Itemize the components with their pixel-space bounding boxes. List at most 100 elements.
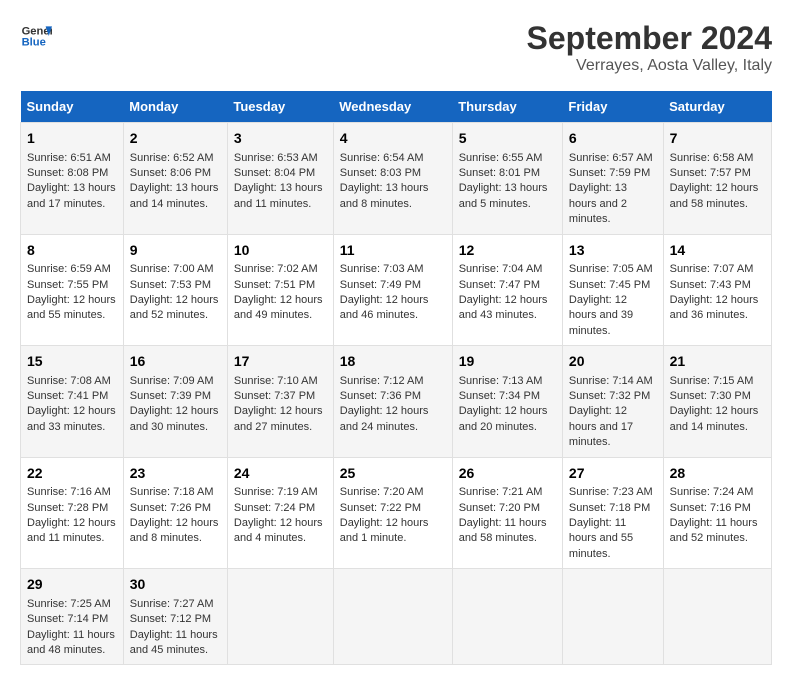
header: General Blue September 2024 Verrayes, Ao… bbox=[20, 20, 772, 75]
col-tuesday: Tuesday bbox=[227, 91, 333, 123]
cell-info: Sunset: 7:26 PM bbox=[130, 501, 221, 516]
cell-info: Daylight: 12 hours and 39 minutes. bbox=[569, 293, 657, 339]
calendar-week-5: 29Sunrise: 7:25 AMSunset: 7:14 PMDayligh… bbox=[21, 569, 772, 665]
day-number: 23 bbox=[130, 464, 221, 484]
day-number: 5 bbox=[459, 129, 556, 149]
day-number: 22 bbox=[27, 464, 117, 484]
calendar-cell bbox=[227, 569, 333, 665]
calendar-cell: 23Sunrise: 7:18 AMSunset: 7:26 PMDayligh… bbox=[123, 457, 227, 569]
cell-info: Sunset: 7:20 PM bbox=[459, 501, 556, 516]
cell-info: Sunset: 8:06 PM bbox=[130, 166, 221, 181]
calendar-cell: 2Sunrise: 6:52 AMSunset: 8:06 PMDaylight… bbox=[123, 123, 227, 235]
cell-info: Daylight: 12 hours and 43 minutes. bbox=[459, 293, 556, 324]
cell-info: Daylight: 12 hours and 27 minutes. bbox=[234, 404, 327, 435]
day-number: 3 bbox=[234, 129, 327, 149]
cell-info: Sunset: 7:22 PM bbox=[340, 501, 446, 516]
cell-info: Sunset: 8:01 PM bbox=[459, 166, 556, 181]
calendar-cell: 10Sunrise: 7:02 AMSunset: 7:51 PMDayligh… bbox=[227, 234, 333, 346]
cell-info: Sunrise: 7:05 AM bbox=[569, 262, 657, 277]
day-number: 16 bbox=[130, 352, 221, 372]
calendar-cell: 12Sunrise: 7:04 AMSunset: 7:47 PMDayligh… bbox=[452, 234, 562, 346]
calendar-cell: 9Sunrise: 7:00 AMSunset: 7:53 PMDaylight… bbox=[123, 234, 227, 346]
calendar-cell: 27Sunrise: 7:23 AMSunset: 7:18 PMDayligh… bbox=[562, 457, 663, 569]
day-number: 4 bbox=[340, 129, 446, 149]
calendar-cell: 3 Sunrise: 6:53 AMSunset: 8:04 PMDaylight… bbox=[227, 123, 333, 235]
calendar-cell bbox=[663, 569, 771, 665]
day-number: 20 bbox=[569, 352, 657, 372]
cell-info: Daylight: 13 hours and 17 minutes. bbox=[27, 181, 117, 212]
calendar-cell: 30Sunrise: 7:27 AMSunset: 7:12 PMDayligh… bbox=[123, 569, 227, 665]
day-number: 25 bbox=[340, 464, 446, 484]
col-saturday: Saturday bbox=[663, 91, 771, 123]
cell-info: Sunset: 7:12 PM bbox=[130, 612, 221, 627]
logo-icon: General Blue bbox=[20, 20, 52, 52]
cell-info: Daylight: 12 hours and 20 minutes. bbox=[459, 404, 556, 435]
calendar-table: Sunday Monday Tuesday Wednesday Thursday… bbox=[20, 91, 772, 665]
calendar-cell: 17Sunrise: 7:10 AMSunset: 7:37 PMDayligh… bbox=[227, 346, 333, 458]
day-number: 11 bbox=[340, 241, 446, 261]
day-number: 18 bbox=[340, 352, 446, 372]
cell-info: Daylight: 11 hours and 48 minutes. bbox=[27, 628, 117, 659]
cell-info: Sunset: 7:53 PM bbox=[130, 278, 221, 293]
cell-info: Sunset: 7:43 PM bbox=[670, 278, 765, 293]
day-number: 9 bbox=[130, 241, 221, 261]
cell-info: Sunrise: 6:53 AM bbox=[234, 151, 327, 166]
col-monday: Monday bbox=[123, 91, 227, 123]
calendar-cell: 26Sunrise: 7:21 AMSunset: 7:20 PMDayligh… bbox=[452, 457, 562, 569]
cell-info: Daylight: 13 hours and 14 minutes. bbox=[130, 181, 221, 212]
calendar-cell bbox=[452, 569, 562, 665]
day-number: 14 bbox=[670, 241, 765, 261]
col-thursday: Thursday bbox=[452, 91, 562, 123]
calendar-cell: 11Sunrise: 7:03 AMSunset: 7:49 PMDayligh… bbox=[333, 234, 452, 346]
calendar-cell: 25Sunrise: 7:20 AMSunset: 7:22 PMDayligh… bbox=[333, 457, 452, 569]
calendar-cell: 24Sunrise: 7:19 AMSunset: 7:24 PMDayligh… bbox=[227, 457, 333, 569]
calendar-cell: 22Sunrise: 7:16 AMSunset: 7:28 PMDayligh… bbox=[21, 457, 124, 569]
cell-info: Daylight: 12 hours and 52 minutes. bbox=[130, 293, 221, 324]
calendar-cell: 28Sunrise: 7:24 AMSunset: 7:16 PMDayligh… bbox=[663, 457, 771, 569]
calendar-cell: 21Sunrise: 7:15 AMSunset: 7:30 PMDayligh… bbox=[663, 346, 771, 458]
cell-info: Sunrise: 7:20 AM bbox=[340, 485, 446, 500]
cell-info: Sunset: 8:03 PM bbox=[340, 166, 446, 181]
calendar-cell: 15Sunrise: 7:08 AMSunset: 7:41 PMDayligh… bbox=[21, 346, 124, 458]
calendar-cell: 29Sunrise: 7:25 AMSunset: 7:14 PMDayligh… bbox=[21, 569, 124, 665]
cell-info: Daylight: 12 hours and 55 minutes. bbox=[27, 293, 117, 324]
col-friday: Friday bbox=[562, 91, 663, 123]
title-section: September 2024 Verrayes, Aosta Valley, I… bbox=[527, 20, 772, 75]
calendar-cell bbox=[562, 569, 663, 665]
cell-info: Sunset: 7:47 PM bbox=[459, 278, 556, 293]
calendar-cell: 1Sunrise: 6:51 AMSunset: 8:08 PMDaylight… bbox=[21, 123, 124, 235]
calendar-cell: 4Sunrise: 6:54 AMSunset: 8:03 PMDaylight… bbox=[333, 123, 452, 235]
calendar-week-1: 1Sunrise: 6:51 AMSunset: 8:08 PMDaylight… bbox=[21, 123, 772, 235]
cell-info: Daylight: 13 hours and 5 minutes. bbox=[459, 181, 556, 212]
calendar-cell: 16Sunrise: 7:09 AMSunset: 7:39 PMDayligh… bbox=[123, 346, 227, 458]
cell-info: Sunrise: 7:23 AM bbox=[569, 485, 657, 500]
cell-info: Daylight: 11 hours and 58 minutes. bbox=[459, 516, 556, 547]
cell-info: Sunset: 8:08 PM bbox=[27, 166, 117, 181]
cell-info: Daylight: 11 hours and 52 minutes. bbox=[670, 516, 765, 547]
day-number: 12 bbox=[459, 241, 556, 261]
calendar-cell: 5Sunrise: 6:55 AMSunset: 8:01 PMDaylight… bbox=[452, 123, 562, 235]
cell-info: Daylight: 13 hours and 11 minutes. bbox=[234, 181, 327, 212]
cell-info: Daylight: 12 hours and 49 minutes. bbox=[234, 293, 327, 324]
cell-info: Sunrise: 6:59 AM bbox=[27, 262, 117, 277]
cell-info: Daylight: 12 hours and 30 minutes. bbox=[130, 404, 221, 435]
calendar-cell: 18Sunrise: 7:12 AMSunset: 7:36 PMDayligh… bbox=[333, 346, 452, 458]
cell-info: Sunrise: 7:12 AM bbox=[340, 374, 446, 389]
cell-info: Sunset: 7:32 PM bbox=[569, 389, 657, 404]
cell-info: Daylight: 12 hours and 46 minutes. bbox=[340, 293, 446, 324]
day-number: 7 bbox=[670, 129, 765, 149]
calendar-cell: 20Sunrise: 7:14 AMSunset: 7:32 PMDayligh… bbox=[562, 346, 663, 458]
cell-info: Sunset: 8:04 PM bbox=[234, 166, 327, 181]
calendar-cell: 19Sunrise: 7:13 AMSunset: 7:34 PMDayligh… bbox=[452, 346, 562, 458]
cell-info: Daylight: 11 hours and 55 minutes. bbox=[569, 516, 657, 562]
calendar-week-2: 8Sunrise: 6:59 AMSunset: 7:55 PMDaylight… bbox=[21, 234, 772, 346]
calendar-cell: 7Sunrise: 6:58 AMSunset: 7:57 PMDaylight… bbox=[663, 123, 771, 235]
subtitle: Verrayes, Aosta Valley, Italy bbox=[527, 57, 772, 75]
cell-info: Sunrise: 7:15 AM bbox=[670, 374, 765, 389]
cell-info: Sunset: 7:41 PM bbox=[27, 389, 117, 404]
cell-info: Sunrise: 7:14 AM bbox=[569, 374, 657, 389]
cell-info: Daylight: 13 hours and 2 minutes. bbox=[569, 181, 657, 227]
logo: General Blue bbox=[20, 20, 52, 52]
cell-info: Daylight: 12 hours and 11 minutes. bbox=[27, 516, 117, 547]
cell-info: Daylight: 12 hours and 4 minutes. bbox=[234, 516, 327, 547]
